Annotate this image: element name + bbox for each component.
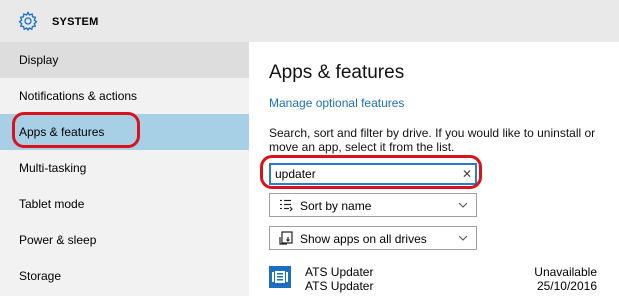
- app-publisher: ATS Updater: [305, 279, 374, 293]
- app-icon: [269, 266, 291, 288]
- gear-icon: [18, 11, 38, 31]
- drive-filter-dropdown[interactable]: Show apps on all drives: [269, 226, 477, 250]
- sort-dropdown[interactable]: Sort by name: [269, 193, 477, 217]
- close-icon[interactable]: ✕: [461, 167, 473, 181]
- manage-optional-features-link[interactable]: Manage optional features: [269, 96, 404, 110]
- chevron-down-icon: [458, 202, 468, 208]
- search-input[interactable]: [269, 163, 477, 185]
- app-name: ATS Updater: [305, 265, 374, 279]
- installer-icon: [272, 271, 288, 283]
- sidebar-item-storage[interactable]: Storage: [0, 258, 249, 294]
- sidebar-item-tablet-mode[interactable]: Tablet mode: [0, 186, 249, 222]
- sort-icon: [280, 199, 293, 212]
- sort-dropdown-label: Sort by name: [300, 199, 372, 213]
- app-list-item[interactable]: ATS Updater ATS Updater Unavailable 25/1…: [269, 264, 599, 296]
- app-install-date: 25/10/2016: [536, 279, 597, 293]
- main-panel: Apps & features Manage optional features…: [249, 42, 619, 296]
- sidebar: Display Notifications & actions Apps & f…: [0, 42, 249, 296]
- sidebar-item-multitasking[interactable]: Multi-tasking: [0, 150, 249, 186]
- page-title: SYSTEM: [52, 16, 99, 28]
- description-text: Search, sort and filter by drive. If you…: [269, 126, 596, 154]
- sidebar-item-notifications[interactable]: Notifications & actions: [0, 78, 249, 114]
- section-heading: Apps & features: [269, 62, 405, 83]
- sidebar-item-display[interactable]: Display: [0, 42, 249, 78]
- drive-icon: [279, 231, 293, 245]
- chevron-down-icon: [458, 235, 468, 241]
- title-bar: SYSTEM: [0, 0, 619, 42]
- app-size: Unavailable: [534, 265, 597, 279]
- sidebar-item-power-sleep[interactable]: Power & sleep: [0, 222, 249, 258]
- drive-dropdown-label: Show apps on all drives: [300, 232, 427, 246]
- sidebar-item-apps-features[interactable]: Apps & features: [0, 114, 249, 150]
